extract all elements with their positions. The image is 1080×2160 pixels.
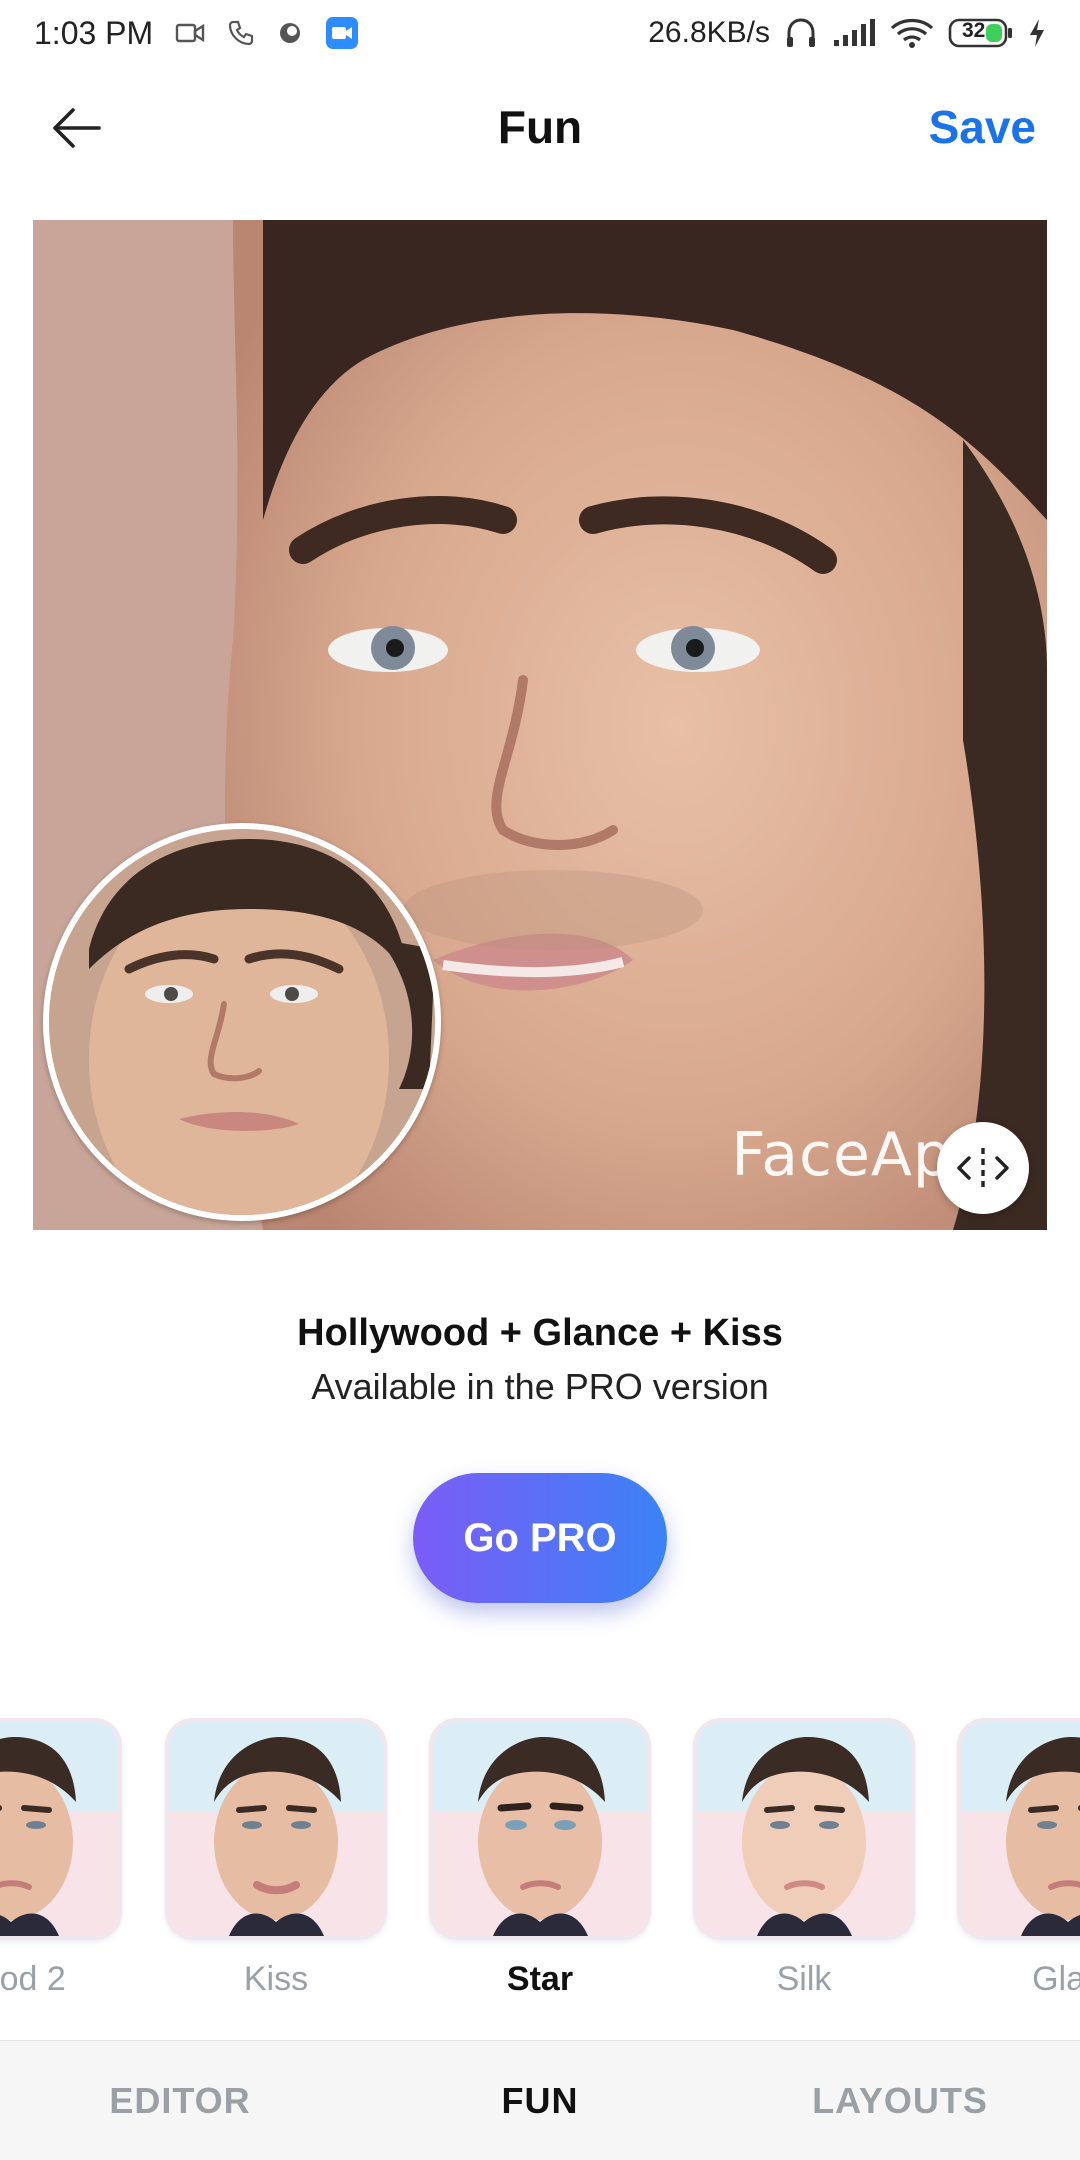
faceapp-watermark: FaceAp [731,1120,952,1190]
zoom-icon [325,16,359,50]
status-time: 1:03 PM [34,14,154,51]
filter-thumbnail [957,1718,1080,1940]
filter-label: Silk [776,1960,832,1998]
model-face-thumbnail [433,1722,647,1936]
wifi-icon [890,17,934,49]
top-app-bar: Fun Save [0,66,1080,190]
filter-label: Star [506,1960,574,1998]
filter-label: wood 2 [0,1960,66,1998]
photo-preview[interactable]: FaceAp [33,220,1047,1230]
signal-icon [832,18,876,48]
tab-layouts[interactable]: LAYOUTS [720,2080,1080,2122]
tab-editor[interactable]: EDITOR [0,2080,360,2122]
battery-icon: 32 [948,17,1014,49]
filter-combination-title: Hollywood + Glance + Kiss [297,1312,783,1354]
model-face-thumbnail [0,1722,118,1936]
filter-item-glance[interactable]: Glan [957,1718,1080,1999]
network-speed: 26.8KB/s [648,16,770,49]
video-icon [175,21,205,45]
go-pro-button[interactable]: Go PRO [413,1473,667,1603]
charging-icon [1028,18,1046,48]
filter-thumbnail [693,1718,915,1940]
bottom-navigation: EDITOR FUN LAYOUTS [0,2040,1080,2160]
filter-label: Kiss [243,1960,309,1998]
original-photo-inset[interactable] [43,823,441,1221]
original-face-photo [49,829,435,1215]
model-face-thumbnail [169,1722,383,1936]
filter-carousel[interactable]: wood 2 Kiss [0,1718,1080,2008]
status-bar: 1:03 PM 26.8KB/s 32 [0,0,1080,66]
split-compare-icon [953,1146,1013,1190]
filter-item-hollywood-2[interactable]: wood 2 [0,1718,122,1999]
filter-label: Glan [1032,1960,1080,1998]
model-face-thumbnail [697,1722,911,1936]
pro-availability-text: Available in the PRO version [311,1366,769,1407]
filter-item-kiss[interactable]: Kiss [165,1718,387,1999]
page-title: Fun [497,101,583,153]
filter-thumbnail [429,1718,651,1940]
headphones-icon [784,16,818,50]
battery-level: 32 [962,19,986,42]
compare-button[interactable] [937,1122,1029,1214]
tab-fun[interactable]: FUN [360,2080,720,2122]
circle-icon [277,20,303,46]
status-icons-left [175,16,359,50]
phone-icon [227,19,255,47]
filter-item-silk[interactable]: Silk [693,1718,915,1999]
filter-thumbnail [165,1718,387,1940]
model-face-thumbnail [961,1722,1080,1936]
filter-thumbnail [0,1718,122,1940]
filter-item-star[interactable]: Star [429,1718,651,1999]
status-icons-right: 26.8KB/s 32 [648,16,1046,50]
save-button[interactable]: Save [929,100,1036,154]
